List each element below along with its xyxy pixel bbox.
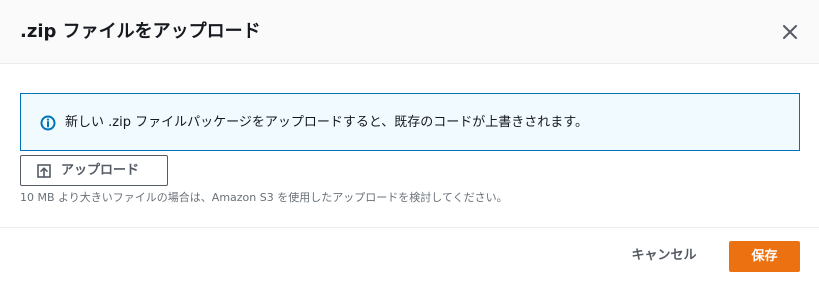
upload-button-label: アップロード <box>61 163 140 178</box>
upload-button[interactable]: アップロード <box>20 155 168 186</box>
modal-title: .zip ファイルをアップロード <box>20 21 261 42</box>
info-icon <box>40 115 56 131</box>
upload-icon <box>37 164 51 178</box>
info-alert-text: 新しい .zip ファイルパッケージをアップロードすると、既存のコードが上書きさ… <box>65 115 589 130</box>
close-icon <box>783 25 797 39</box>
info-alert: 新しい .zip ファイルパッケージをアップロードすると、既存のコードが上書きさ… <box>20 93 800 151</box>
save-button[interactable]: 保存 <box>729 241 800 272</box>
upload-zip-modal: .zip ファイルをアップロード 新しい .zip ファイルパッケージをアップロ… <box>0 0 819 283</box>
cancel-button[interactable]: キャンセル <box>618 240 710 272</box>
close-button[interactable] <box>779 21 801 43</box>
modal-header: .zip ファイルをアップロード <box>0 0 819 64</box>
modal-footer: キャンセル 保存 <box>0 227 819 283</box>
upload-size-hint: 10 MB より大きいファイルの場合は、Amazon S3 を使用したアップロー… <box>20 191 508 204</box>
